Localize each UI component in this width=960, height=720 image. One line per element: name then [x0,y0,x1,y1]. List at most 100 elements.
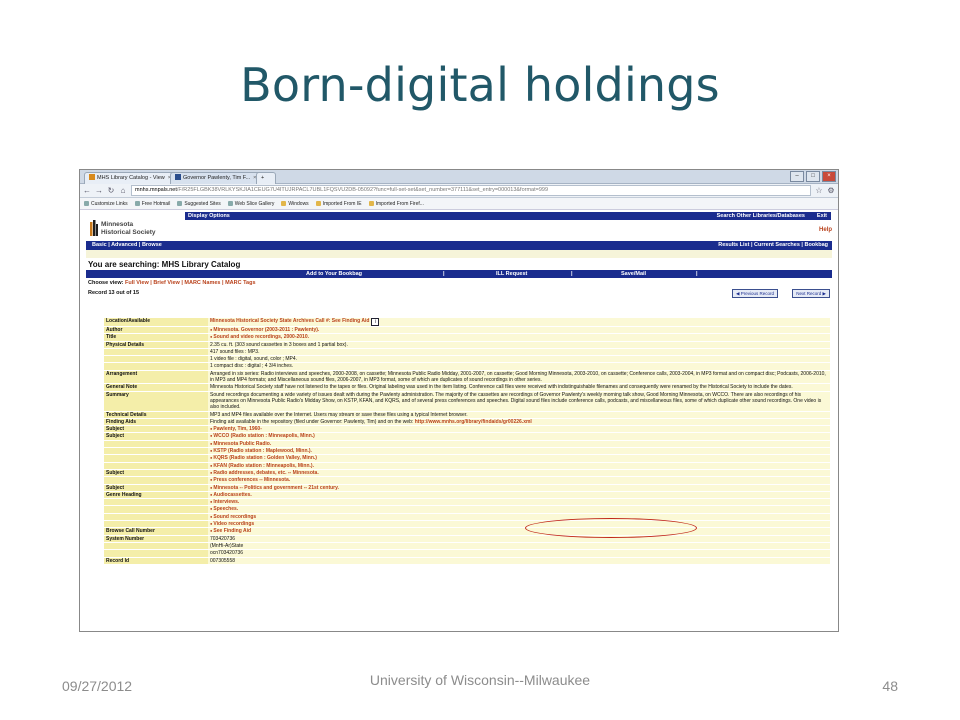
nav-spacer [86,250,832,258]
reload-icon[interactable]: ↻ [107,186,115,195]
bookmark-icon [84,201,89,206]
subject-link[interactable]: Press conferences -- Minnesota. [213,477,290,483]
subject-link[interactable]: KQRS (Radio station : Golden Valley, Min… [213,455,317,461]
genre-link[interactable]: Video recordings [213,521,254,527]
genre-link[interactable]: Audiocassettes. [213,492,251,498]
star-icon[interactable]: ☆ [815,186,823,195]
subject-link[interactable]: Minnesota -- Politics and government -- … [213,485,338,491]
subject-link[interactable]: Minnesota Public Radio. [213,441,271,447]
bookmark-item[interactable]: Free Hotmail [134,201,170,207]
subject-link[interactable]: WCCO (Radio station : Minneapolis, Minn.… [213,433,314,439]
folder-icon [315,201,321,206]
table-row: ●KSTP (Radio station : Maplewood, Minn.)… [104,448,830,455]
window-controls: – □ × [790,171,836,182]
genre-link[interactable]: Sound recordings [213,514,256,520]
table-row: Physical Details 2.35 cu. ft. (303 sound … [104,341,830,348]
table-row: Location/Available Minnesota Historical S… [104,318,830,326]
location-link[interactable]: Minnesota Historical Society State Archi… [210,318,369,324]
footer-page-number: 48 [882,678,898,694]
bookmark-item[interactable]: Imported From Firef... [368,201,424,207]
catalog-page: Display Options Search Other Libraries/D… [80,208,838,631]
bookmark-icon [227,201,233,206]
genre-link[interactable]: Speeches. [213,506,238,512]
next-record-button[interactable]: Next Record ▶ [792,289,830,298]
governor-favicon-icon [175,174,181,180]
previous-record-button[interactable]: ◀ Previous Record [732,289,778,298]
top-options-bar: Display Options Search Other Libraries/D… [185,212,831,220]
address-bar[interactable]: mnhs.mnpals.net/F/R25FLGBK38VRLKYSKJIA1C… [131,185,811,196]
table-row: Subject ●WCCO (Radio station : Minneapoli… [104,433,830,440]
subject-link[interactable]: Radio addresses, debates, etc. -- Minnes… [213,470,318,476]
table-row: ●Interviews. [104,499,830,506]
folder-icon [368,201,374,206]
record-nav-row: Record 13 out of 15 ◀ Previous Record Ne… [88,288,830,298]
ill-request-link[interactable]: ILL Request [496,270,527,278]
table-row: Title ●Sound and video recordings, 2000-2… [104,334,830,341]
table-row: ocn703420736 [104,550,830,557]
table-row: 417 sound files : MP3. [104,348,830,356]
slide-title: Born-digital holdings [240,58,720,112]
bookmark-item[interactable]: Imported From IE [315,201,362,207]
finding-aid-url-link[interactable]: http://www.mnhs.org/library/findaids/gr0… [415,419,532,425]
table-row: ●Press conferences -- Minnesota. [104,477,830,484]
results-links[interactable]: Results List | Current Searches | Bookba… [718,241,828,250]
table-row: ●Video recordings [104,521,830,528]
table-row: Arrangement Arranged in six series: Radio… [104,370,830,384]
browser-tab-bar: MHS Library Catalog - View× Governor Paw… [80,170,838,184]
table-row: Author ●Minnesota. Governor (2003-2011 : … [104,327,830,334]
bookmark-icon [134,201,140,206]
browse-call-link[interactable]: See Finding Aid [213,528,251,534]
maximize-icon[interactable]: □ [806,171,820,182]
table-row: ●Sound recordings [104,513,830,521]
help-link[interactable]: Help [819,227,832,233]
home-icon[interactable]: ⌂ [119,186,127,195]
catalog-favicon-icon [89,174,95,180]
record-counter: Record 13 out of 15 [88,290,140,296]
catalog-nav-bar: Basic | Advanced | Browse Results List |… [86,241,832,250]
table-row: ●KFAN (Radio station : Minneapolis, Minn… [104,462,830,469]
browser-tab-catalog[interactable]: MHS Library Catalog - View× [84,172,176,184]
browser-tab-governor[interactable]: Governor Pawlenty, Tim F... × [170,172,262,184]
finding-aid-highlight-ellipse [525,518,697,538]
table-row: Subject ●Radio addresses, debates, etc. -… [104,469,830,477]
table-row: System Number 703420736 [104,535,830,542]
table-row: Technical Details MP3 and MP4 files avail… [104,411,830,418]
minimize-icon[interactable]: – [790,171,804,182]
browser-screenshot: MHS Library Catalog - View× Governor Paw… [79,169,839,632]
folder-icon [281,201,287,206]
table-row: Genre Heading ●Audiocassettes. [104,491,830,499]
table-row: Subject ●Minnesota -- Politics and govern… [104,484,830,491]
genre-link[interactable]: Interviews. [213,499,239,505]
table-row: ●Speeches. [104,506,830,513]
url-host: mnhs.mnpals.net [135,187,177,193]
info-icon[interactable]: i [371,318,380,326]
title-link[interactable]: Sound and video recordings, 2000-2010. [213,334,309,340]
bookmark-item[interactable]: Web Slice Gallery [227,201,274,207]
add-bookbag-link[interactable]: Add to Your Bookbag [306,270,362,278]
display-options-link[interactable]: Display Options [188,212,230,220]
subject-link[interactable]: KFAN (Radio station : Minneapolis, Minn.… [213,463,314,469]
back-arrow-icon[interactable]: ← [83,186,91,195]
table-row: Summary Sound recordings documenting a wi… [104,391,830,411]
search-other-link[interactable]: Search Other Libraries/Databases [717,212,805,220]
search-type-links[interactable]: Basic | Advanced | Browse [92,241,162,250]
new-tab-button[interactable]: + [256,172,276,184]
view-links[interactable]: Full View | Brief View | MARC Names | MA… [125,280,256,286]
url-path: /F/R25FLGBK38VRLKYSKJIA1CEUG7U4ITUJRPACL… [176,187,549,193]
close-window-icon[interactable]: × [822,171,836,182]
tab-label: Governor Pawlenty, Tim F... [183,175,251,181]
table-row: 1 video file : digital, sound, color ; M… [104,356,830,363]
bookmark-item[interactable]: Suggested Sites [177,201,221,207]
wrench-icon[interactable]: ⚙ [827,186,835,195]
table-row: (MnHi-Ar)State [104,542,830,550]
subject-link[interactable]: KSTP (Radio station : Maplewood, Minn.). [213,448,312,454]
bookmark-item[interactable]: Customize Links [84,201,128,207]
save-mail-link[interactable]: Save/Mail [621,270,646,278]
subject-link[interactable]: Pawlenty, Tim, 1960- [213,426,261,432]
bookmark-item[interactable]: Windows [281,201,309,207]
exit-link[interactable]: Exit [817,212,827,220]
forward-arrow-icon[interactable]: → [95,186,103,195]
table-row: Browse Call Number ●See Finding Aid [104,528,830,535]
record-table: Location/Available Minnesota Historical S… [104,317,830,565]
author-link[interactable]: Minnesota. Governor (2003-2011 : Pawlent… [213,327,319,333]
